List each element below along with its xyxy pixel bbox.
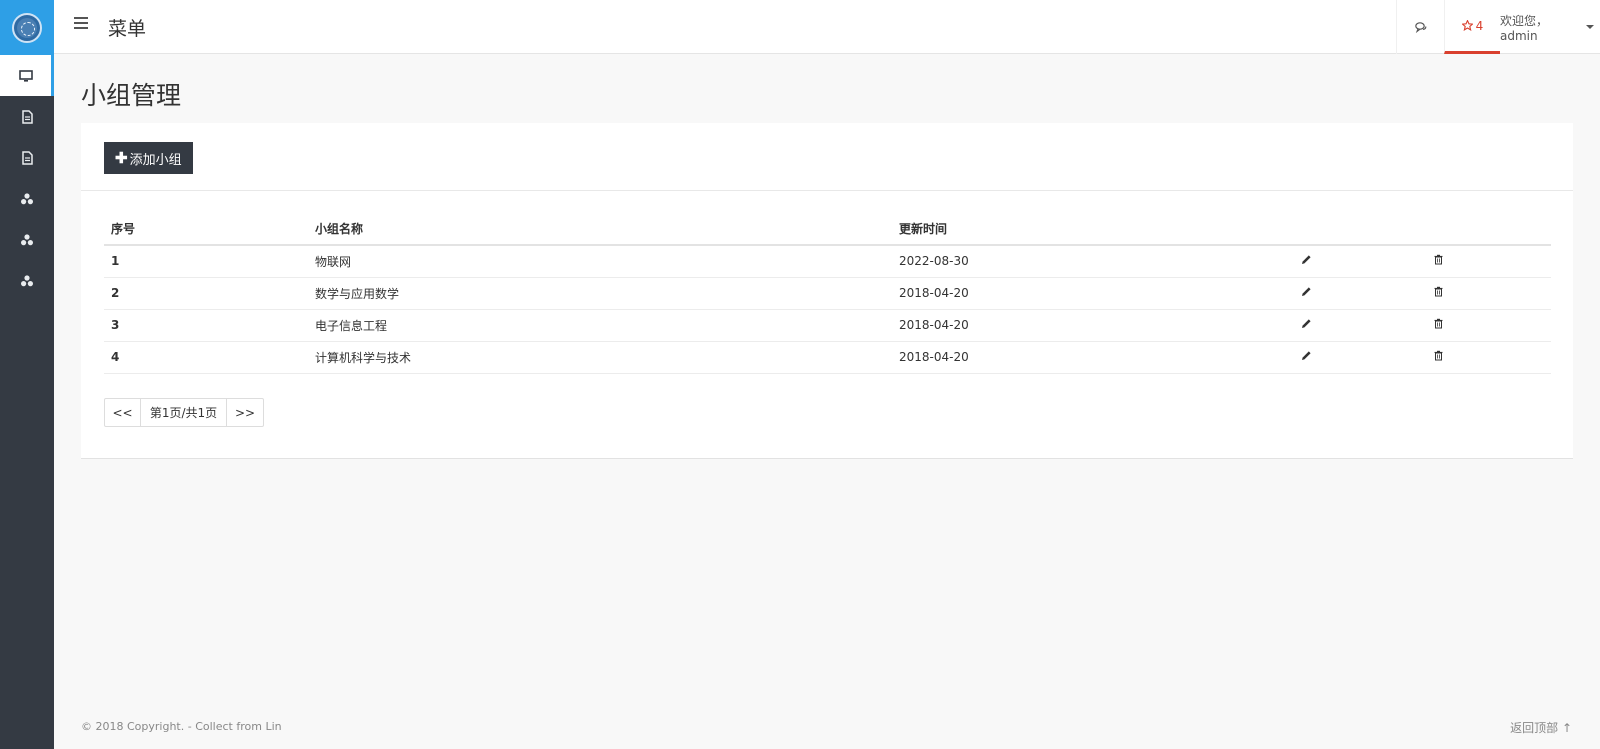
page-title: 小组管理 xyxy=(81,81,182,110)
sidebar-item-cubes-2[interactable] xyxy=(0,219,54,260)
next-page-button[interactable]: >> xyxy=(227,399,263,426)
favorites-button[interactable]: 4 xyxy=(1444,0,1500,54)
footer-copyright: © 2018 Copyright. - Collect from Lin xyxy=(81,720,282,733)
user-menu[interactable]: 欢迎您，admin xyxy=(1500,0,1600,54)
table-row: 1 物联网 2022-08-30 xyxy=(104,245,1551,278)
row-name: 计算机科学与技术 xyxy=(308,341,892,374)
row-index: 1 xyxy=(104,245,308,278)
panel-header: ✚ 添加小组 xyxy=(81,123,1573,191)
pencil-icon[interactable] xyxy=(1301,350,1312,361)
delete-cell xyxy=(1426,277,1551,310)
edit-cell xyxy=(1294,309,1426,342)
add-group-button[interactable]: ✚ 添加小组 xyxy=(104,142,193,174)
table-row: 2 数学与应用数学 2018-04-20 xyxy=(104,277,1551,310)
row-updated: 2018-04-20 xyxy=(892,341,1294,374)
header-index: 序号 xyxy=(104,213,308,246)
table-row: 3 电子信息工程 2018-04-20 xyxy=(104,309,1551,342)
group-table: 序号 小组名称 更新时间 1 物联网 2022-08-30 2 数学与应用数学 … xyxy=(104,213,1551,374)
sidebar xyxy=(0,0,54,749)
menu-title: 菜单 xyxy=(108,18,147,40)
delete-cell xyxy=(1426,341,1551,374)
comments-icon xyxy=(1414,21,1426,33)
favorites-count: 4 xyxy=(1475,18,1484,33)
group-panel: ✚ 添加小组 序号 小组名称 更新时间 1 物联网 2022-08-30 2 数… xyxy=(81,123,1573,459)
document-icon xyxy=(22,150,33,165)
row-index: 4 xyxy=(104,341,308,374)
delete-cell xyxy=(1426,309,1551,342)
desktop-icon xyxy=(18,69,33,82)
trash-icon[interactable] xyxy=(1433,286,1444,297)
edit-cell xyxy=(1294,245,1426,278)
row-name: 数学与应用数学 xyxy=(308,277,892,310)
sidebar-item-cubes-3[interactable] xyxy=(0,260,54,301)
header-edit xyxy=(1294,213,1426,246)
topbar: 菜单 4 欢迎您，admin xyxy=(54,0,1600,54)
pencil-icon[interactable] xyxy=(1301,318,1312,329)
sidebar-item-document-2[interactable] xyxy=(0,137,54,178)
back-to-top-label: 返回顶部 xyxy=(1510,721,1559,735)
cubes-icon xyxy=(21,233,33,245)
trash-icon[interactable] xyxy=(1433,318,1444,329)
arrow-up-icon: ↑ xyxy=(1561,721,1572,735)
sidebar-item-document-1[interactable] xyxy=(0,96,54,137)
edit-cell xyxy=(1294,277,1426,310)
prev-page-button[interactable]: << xyxy=(105,399,141,426)
logo-box[interactable] xyxy=(0,0,54,55)
row-index: 3 xyxy=(104,309,308,342)
row-name: 物联网 xyxy=(308,245,892,278)
add-group-label: 添加小组 xyxy=(129,151,182,167)
pagination: << 第1页/共1页 >> xyxy=(104,398,264,427)
chevron-down-icon xyxy=(1586,25,1594,29)
header-updated: 更新时间 xyxy=(892,213,1294,246)
user-greeting: 欢迎您，admin xyxy=(1500,13,1549,43)
topbar-right: 4 欢迎您，admin xyxy=(1396,0,1600,54)
back-to-top-link[interactable]: 返回顶部 ↑ xyxy=(1510,719,1572,736)
table-row: 4 计算机科学与技术 2018-04-20 xyxy=(104,341,1551,374)
trash-icon[interactable] xyxy=(1433,254,1444,265)
cubes-icon xyxy=(21,274,33,286)
pencil-icon[interactable] xyxy=(1301,254,1312,265)
star-icon xyxy=(1461,20,1473,31)
menu-toggle-icon[interactable] xyxy=(74,17,88,29)
page-info: 第1页/共1页 xyxy=(141,399,227,426)
pencil-icon[interactable] xyxy=(1301,286,1312,297)
header-delete xyxy=(1426,213,1551,246)
row-name: 电子信息工程 xyxy=(308,309,892,342)
delete-cell xyxy=(1426,245,1551,278)
messages-button[interactable] xyxy=(1396,0,1444,54)
trash-icon[interactable] xyxy=(1433,350,1444,361)
row-updated: 2022-08-30 xyxy=(892,245,1294,278)
row-index: 2 xyxy=(104,277,308,310)
cubes-icon xyxy=(21,192,33,204)
row-updated: 2018-04-20 xyxy=(892,277,1294,310)
sidebar-item-dashboard[interactable] xyxy=(0,55,54,96)
document-icon xyxy=(22,109,33,124)
logo xyxy=(12,12,42,43)
plus-icon: ✚ xyxy=(115,150,128,167)
sidebar-item-cubes-1[interactable] xyxy=(0,178,54,219)
edit-cell xyxy=(1294,341,1426,374)
table-header-row: 序号 小组名称 更新时间 xyxy=(104,213,1551,246)
row-updated: 2018-04-20 xyxy=(892,309,1294,342)
header-name: 小组名称 xyxy=(308,213,892,246)
